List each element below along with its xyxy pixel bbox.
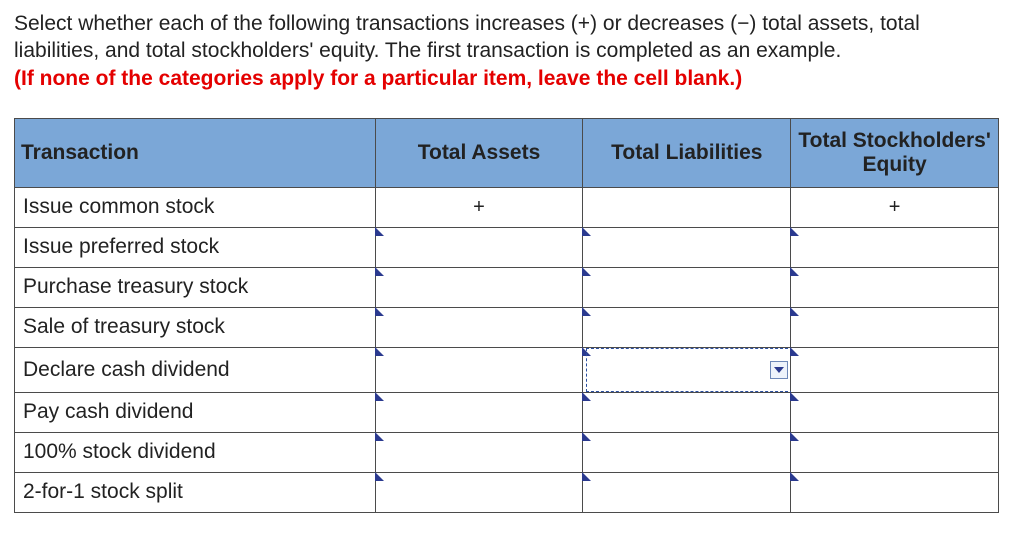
- dropdown-cell[interactable]: [375, 347, 583, 392]
- dropdown[interactable]: [791, 393, 998, 432]
- dropdown-cell[interactable]: [583, 267, 791, 307]
- table-row: 100% stock dividend: [15, 432, 999, 472]
- dropdown[interactable]: [791, 308, 998, 347]
- cell-value: +: [889, 196, 901, 219]
- table-row: Declare cash dividend: [15, 347, 999, 392]
- dropdown-cell[interactable]: [583, 307, 791, 347]
- value-cell-example: [583, 187, 791, 227]
- dropdown[interactable]: [791, 348, 998, 392]
- table-row: Purchase treasury stock: [15, 267, 999, 307]
- dropdown[interactable]: [376, 433, 583, 472]
- dropdown[interactable]: [583, 268, 790, 307]
- dropdown-cell[interactable]: [375, 432, 583, 472]
- table-row: 2-for-1 stock split: [15, 472, 999, 512]
- transaction-label: 100% stock dividend: [15, 432, 376, 472]
- dropdown[interactable]: [791, 228, 998, 267]
- dropdown[interactable]: [376, 473, 583, 512]
- dropdown-cell[interactable]: [583, 432, 791, 472]
- dropdown-cell[interactable]: [375, 307, 583, 347]
- dropdown-cell[interactable]: [583, 392, 791, 432]
- dropdown[interactable]: [791, 433, 998, 472]
- table-row: Issue common stock + +: [15, 187, 999, 227]
- cell-value: +: [473, 196, 485, 219]
- col-header-equity: Total Stockholders' Equity: [791, 118, 999, 187]
- dropdown-cell[interactable]: [375, 267, 583, 307]
- chevron-down-icon[interactable]: [770, 361, 788, 379]
- dropdown-cell[interactable]: [583, 227, 791, 267]
- dropdown[interactable]: [376, 308, 583, 347]
- dropdown[interactable]: [376, 348, 583, 392]
- dropdown[interactable]: [791, 268, 998, 307]
- instructions: Select whether each of the following tra…: [14, 10, 1010, 92]
- dropdown[interactable]: [376, 228, 583, 267]
- table-row: Issue preferred stock: [15, 227, 999, 267]
- dropdown-cell[interactable]: [375, 392, 583, 432]
- dropdown[interactable]: [583, 308, 790, 347]
- dropdown-cell[interactable]: [791, 307, 999, 347]
- dropdown[interactable]: [583, 393, 790, 432]
- dropdown-cell[interactable]: [791, 347, 999, 392]
- dropdown-cell[interactable]: [791, 392, 999, 432]
- dropdown-cell[interactable]: [583, 347, 791, 392]
- dropdown-cell[interactable]: [375, 227, 583, 267]
- dropdown[interactable]: [583, 473, 790, 512]
- dropdown-cell[interactable]: [791, 432, 999, 472]
- transaction-label: 2-for-1 stock split: [15, 472, 376, 512]
- table-row: Pay cash dividend: [15, 392, 999, 432]
- dropdown[interactable]: [376, 393, 583, 432]
- dropdown-cell[interactable]: [375, 472, 583, 512]
- value-cell-example: +: [791, 187, 999, 227]
- dropdown-cell[interactable]: [791, 227, 999, 267]
- dropdown-cell[interactable]: [583, 472, 791, 512]
- col-header-assets: Total Assets: [375, 118, 583, 187]
- transaction-label: Issue common stock: [15, 187, 376, 227]
- instructions-text: Select whether each of the following tra…: [14, 12, 920, 62]
- dropdown[interactable]: [583, 433, 790, 472]
- dropdown[interactable]: [586, 348, 793, 392]
- dropdown[interactable]: [376, 268, 583, 307]
- value-cell-example: +: [375, 187, 583, 227]
- table-row: Sale of treasury stock: [15, 307, 999, 347]
- dropdown[interactable]: [791, 473, 998, 512]
- transaction-label: Pay cash dividend: [15, 392, 376, 432]
- col-header-liabilities: Total Liabilities: [583, 118, 791, 187]
- instructions-warning: (If none of the categories apply for a p…: [14, 67, 742, 90]
- transactions-table: Transaction Total Assets Total Liabiliti…: [14, 118, 999, 513]
- transaction-label: Declare cash dividend: [15, 347, 376, 392]
- transaction-label: Sale of treasury stock: [15, 307, 376, 347]
- dropdown-cell[interactable]: [791, 472, 999, 512]
- dropdown-cell[interactable]: [791, 267, 999, 307]
- dropdown[interactable]: [583, 228, 790, 267]
- transaction-label: Issue preferred stock: [15, 227, 376, 267]
- col-header-transaction: Transaction: [15, 118, 376, 187]
- transaction-label: Purchase treasury stock: [15, 267, 376, 307]
